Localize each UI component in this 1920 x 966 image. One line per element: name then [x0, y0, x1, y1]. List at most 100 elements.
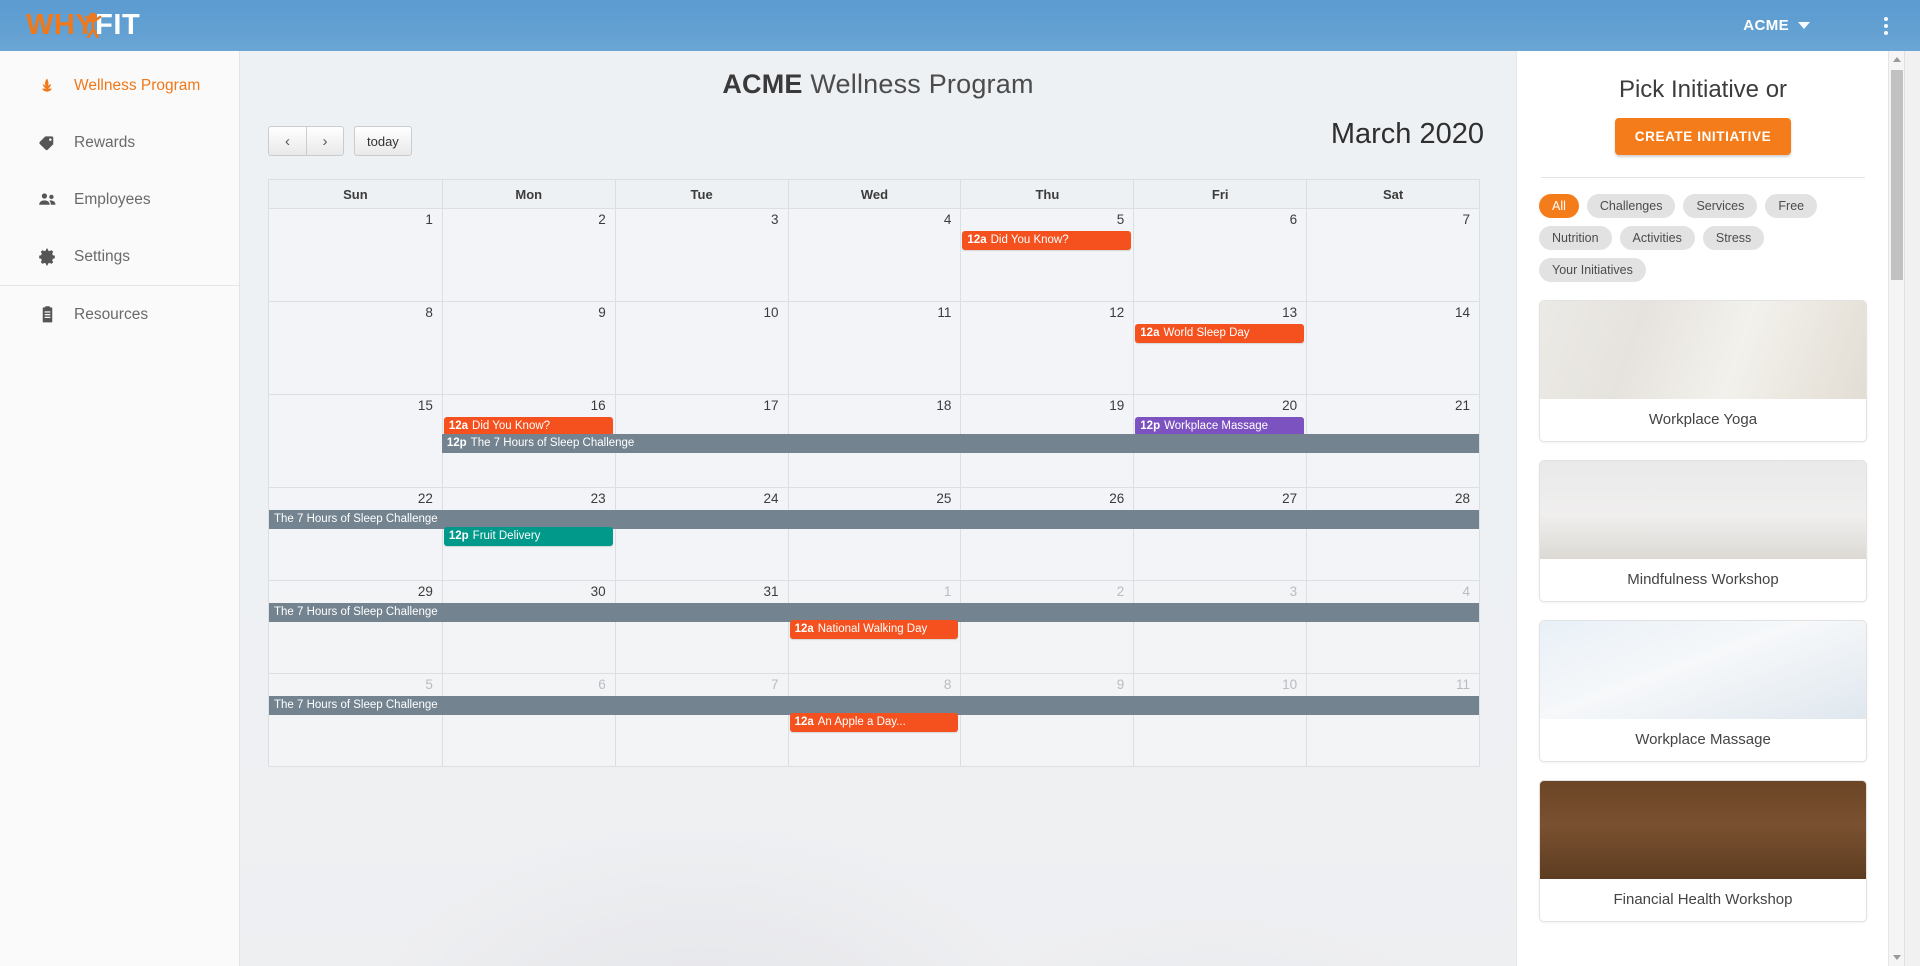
calendar-weekday-tue: Tue — [614, 180, 788, 208]
sidebar-item-employees[interactable]: Employees — [0, 171, 239, 228]
calendar-day-cell[interactable] — [614, 488, 788, 580]
filter-pill-stress[interactable]: Stress — [1702, 226, 1765, 250]
left-sidebar: Wellness Program Rewards Employees Setti… — [0, 51, 240, 966]
calendar-day-cell[interactable] — [614, 209, 788, 301]
calendar-day-cell[interactable] — [614, 302, 788, 394]
clipboard-icon — [36, 304, 58, 326]
sidebar-item-rewards[interactable]: Rewards — [0, 114, 239, 171]
panel-heading: Pick Initiative or — [1618, 76, 1788, 103]
finance-notes-desk-photo — [1540, 781, 1866, 879]
event-title: An Apple a Day... — [817, 716, 906, 728]
event-time: 12a — [794, 623, 814, 635]
sidebar-item-label: Resources — [74, 305, 149, 323]
filter-pill-challenges[interactable]: Challenges — [1586, 194, 1676, 218]
calendar-day-cell[interactable] — [960, 581, 1133, 673]
calendar-day-cell[interactable] — [1306, 209, 1479, 301]
calendar-weekday-wed: Wed — [787, 180, 961, 208]
calendar-event[interactable]: 12a National Walking Day — [789, 620, 959, 639]
event-time: 12p — [448, 530, 469, 542]
filter-pill-nutrition[interactable]: Nutrition — [1539, 226, 1612, 250]
sidebar-item-label: Wellness Program — [74, 76, 201, 94]
filter-pill-your-initiatives[interactable]: Your Initiatives — [1539, 258, 1646, 282]
create-initiative-button[interactable]: CREATE INITIATIVE — [1614, 118, 1792, 155]
initiative-panel-scrollbar[interactable] — [1888, 51, 1904, 966]
prev-month-button[interactable]: ‹ — [268, 126, 306, 156]
calendar-day-cell[interactable] — [269, 674, 442, 766]
today-button[interactable]: today — [354, 126, 412, 156]
initiative-card[interactable]: Financial Health Workshop — [1539, 780, 1867, 922]
calendar-day-cell[interactable] — [1133, 674, 1306, 766]
calendar-day-cell[interactable] — [441, 581, 615, 673]
event-title: The 7 Hours of Sleep Challenge — [470, 437, 635, 449]
calendar-day-cell[interactable] — [614, 581, 788, 673]
calendar-day-cell[interactable] — [269, 395, 442, 487]
sidebar-item-label: Rewards — [74, 133, 136, 151]
lotus-icon — [36, 75, 58, 97]
calendar-day-cell[interactable] — [1306, 302, 1479, 394]
event-time: 12p — [446, 437, 467, 449]
scroll-down-arrow-icon[interactable] — [1889, 949, 1904, 966]
calendar-day-cells — [269, 302, 1479, 394]
calendar-day-cell[interactable] — [269, 488, 442, 580]
chevron-down-icon — [1798, 22, 1810, 29]
calendar-day-cell[interactable] — [1133, 488, 1306, 580]
filter-pill-activities[interactable]: Activities — [1619, 226, 1695, 250]
calendar-day-cell[interactable] — [1306, 674, 1479, 766]
calendar-week-row: 22 23 24 25 26 27 28 The 7 Hours of Sleep Chall… — [269, 487, 1479, 580]
calendar-weekday-thu: Thu — [960, 180, 1133, 208]
calendar-day-cell[interactable] — [787, 209, 961, 301]
initiative-card-label: Workplace Yoga — [1540, 399, 1866, 441]
scrollbar-thumb[interactable] — [1891, 70, 1903, 280]
calendar-day-cell[interactable] — [269, 302, 442, 394]
calendar-day-cell[interactable] — [787, 302, 961, 394]
calendar-day-cell[interactable] — [441, 674, 615, 766]
calendar-grid: Sun Mon Tue Wed Thu Fri Sat 1 2 3 4 5 6 7 12a Did You … — [268, 179, 1480, 767]
calendar-day-cell[interactable] — [1133, 302, 1306, 394]
calendar-day-cell[interactable] — [269, 581, 442, 673]
calendar-day-cell[interactable] — [960, 674, 1133, 766]
calendar-day-cell[interactable] — [1306, 488, 1479, 580]
calendar-day-cell[interactable] — [1306, 581, 1479, 673]
calendar-day-cell[interactable] — [269, 209, 442, 301]
calendar-day-cell[interactable] — [960, 488, 1133, 580]
calendar-day-cell[interactable] — [787, 488, 961, 580]
filter-pill-services[interactable]: Services — [1683, 194, 1758, 218]
calendar-day-cell[interactable] — [960, 302, 1133, 394]
initiative-card[interactable]: Workplace Yoga — [1539, 300, 1867, 442]
filter-pill-free[interactable]: Free — [1765, 194, 1818, 218]
sidebar-item-settings[interactable]: Settings — [0, 228, 239, 285]
calendar-event[interactable]: 12a World Sleep Day — [1135, 324, 1305, 343]
calendar-event[interactable]: 12p Fruit Delivery — [443, 527, 613, 546]
calendar-scroll-container[interactable]: ACME Wellness Program ‹ › today March 20… — [240, 51, 1516, 966]
more-vertical-icon[interactable] — [1866, 16, 1906, 35]
next-month-button[interactable]: › — [306, 126, 344, 156]
calendar-event[interactable]: 12a Did You Know? — [962, 231, 1132, 250]
calendar-day-cell[interactable] — [441, 302, 615, 394]
calendar-day-cells — [269, 209, 1479, 301]
page-scrollbar[interactable] — [1904, 51, 1920, 966]
calendar-day-cell[interactable] — [1133, 209, 1306, 301]
chair-massage-photo — [1540, 621, 1866, 719]
event-title: Workplace Massage — [1164, 420, 1269, 432]
initiative-card-list: Workplace Yoga Mindfulness Workshop Workpl… — [1517, 282, 1889, 922]
calendar-day-cell[interactable] — [960, 209, 1133, 301]
gear-icon — [36, 246, 58, 268]
org-switcher-menu[interactable]: ACME — [1743, 17, 1810, 34]
calendar-event[interactable]: 12p The 7 Hours of Sleep Challenge — [441, 434, 1479, 453]
app-logo[interactable]: WHYFIT — [26, 11, 140, 40]
calendar-day-cell[interactable] — [441, 209, 615, 301]
calendar-day-cell[interactable] — [1133, 581, 1306, 673]
filter-pill-all[interactable]: All — [1539, 194, 1579, 218]
scroll-up-arrow-icon[interactable] — [1889, 51, 1904, 68]
sidebar-item-resources[interactable]: Resources — [0, 286, 239, 343]
sidebar-item-label: Employees — [74, 190, 151, 208]
initiative-card[interactable]: Workplace Massage — [1539, 620, 1867, 762]
event-title: The 7 Hours of Sleep Challenge — [274, 699, 438, 711]
event-time: 12a — [794, 716, 814, 728]
initiative-card-label: Workplace Massage — [1540, 719, 1866, 761]
calendar-day-cell[interactable] — [614, 674, 788, 766]
sidebar-item-wellness-program[interactable]: Wellness Program — [0, 57, 239, 114]
initiative-card[interactable]: Mindfulness Workshop — [1539, 460, 1867, 602]
calendar-event[interactable]: 12a An Apple a Day... — [789, 713, 959, 732]
calendar-week-row: 8 9 10 11 12 13 14 12a World Sleep Day — [269, 301, 1479, 394]
